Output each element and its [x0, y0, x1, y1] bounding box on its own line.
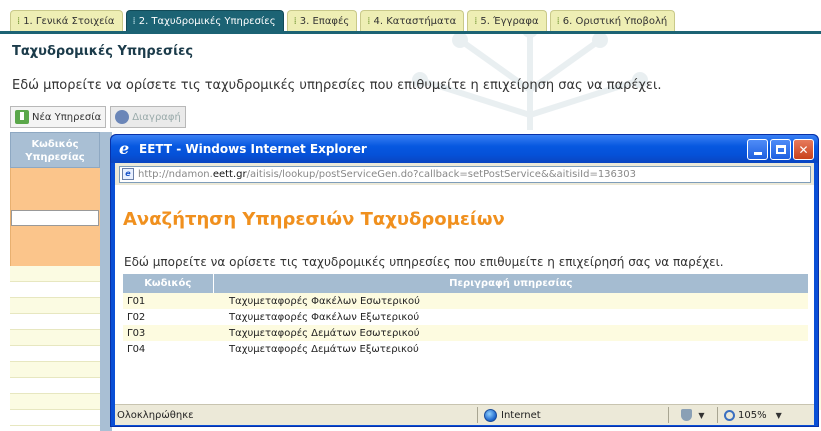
wizard-tabs: ⁞ 1. Γενικά Στοιχεία ⁞ 2. Ταχυδρομικές Υπη… — [10, 10, 676, 32]
zoom-icon — [724, 409, 735, 421]
page-icon: e — [122, 168, 134, 180]
new-service-button[interactable]: Νέα Υπηρεσία — [10, 106, 107, 128]
table-row[interactable]: Γ04 Ταχυμεταφορές Δεμάτων Εξωτερικού — [123, 341, 808, 357]
ie-logo-icon: e — [119, 139, 130, 158]
popup-description: Εδώ μπορείτε να ορίσετε τις ταχυδρομικές… — [124, 255, 724, 269]
grid-row — [10, 282, 100, 298]
window-title: EETT - Windows Internet Explorer — [139, 142, 367, 156]
tab-label: 1. Γενικά Στοιχεία — [23, 16, 115, 27]
cell-description[interactable]: Ταχυμεταφορές Φακέλων Εσωτερικού — [213, 293, 808, 309]
minimize-icon — [753, 152, 762, 155]
tab-postal-services[interactable]: ⁞ 2. Ταχυδρομικές Υπηρεσίες — [125, 10, 284, 32]
new-service-label: Νέα Υπηρεσία — [32, 111, 102, 123]
address-prefix: http://ndamon. — [138, 168, 213, 180]
grid-row — [10, 314, 100, 330]
address-bar: e http://ndamon. eett.gr/aitisis/lookup/p… — [115, 163, 814, 185]
address-field[interactable]: e http://ndamon. eett.gr/aitisis/lookup/p… — [119, 165, 811, 183]
tab-grip-icon: ⁞ — [293, 16, 297, 27]
tab-label: 2. Ταχυδρομικές Υπηρεσίες — [138, 16, 276, 27]
popup-content: Αναζήτηση Υπηρεσιών Ταχυδρομείων Εδώ μπο… — [115, 185, 814, 404]
tab-contacts[interactable]: ⁞ 3. Επαφές — [286, 10, 358, 32]
grid-row — [10, 410, 100, 426]
maximize-button[interactable] — [770, 139, 791, 160]
chevron-down-icon: ▼ — [698, 410, 705, 420]
delete-button[interactable]: Διαγραφή — [110, 106, 186, 128]
grid-rows — [10, 266, 110, 426]
close-icon: ✕ — [798, 142, 809, 157]
popup-heading: Αναζήτηση Υπηρεσιών Ταχυδρομείων — [123, 209, 505, 230]
tab-grip-icon: ⁞ — [17, 16, 20, 27]
tab-label: 5. Έγγραφα — [480, 16, 539, 27]
cell-code[interactable]: Γ02 — [123, 309, 213, 325]
cell-code[interactable]: Γ01 — [123, 293, 213, 309]
tab-grip-icon: ⁞ — [556, 16, 560, 27]
window-titlebar[interactable]: e EETT - Windows Internet Explorer ✕ — [111, 135, 818, 163]
delete-label: Διαγραφή — [132, 111, 181, 123]
table-row[interactable]: Γ02 Ταχυμεταφορές Φακέλων Εξωτερικού — [123, 309, 808, 325]
grid-row — [10, 266, 100, 282]
tab-documents[interactable]: ⁞ 5. Έγγραφα — [467, 10, 547, 32]
tab-grip-icon: ⁞ — [367, 16, 370, 27]
page-toolbar: Νέα Υπηρεσία Διαγραφή — [10, 106, 186, 128]
grid-row — [10, 362, 100, 378]
column-header-description[interactable]: Περιγραφή υπηρεσίας — [213, 274, 808, 293]
status-text: Ολοκληρώθηκε — [117, 409, 194, 421]
close-button[interactable]: ✕ — [793, 139, 814, 160]
grid-header-service-code: Κωδικός Υπηρεσίας — [10, 132, 100, 168]
tab-grip-icon: ⁞ — [474, 16, 477, 27]
globe-icon — [484, 408, 497, 422]
cell-code[interactable]: Γ03 — [123, 325, 213, 341]
tab-stores[interactable]: ⁞ 4. Καταστήματα — [360, 10, 465, 32]
cell-code[interactable]: Γ04 — [123, 341, 213, 357]
chevron-down-icon: ▼ — [775, 410, 782, 420]
column-header-code[interactable]: Κωδικός — [123, 274, 214, 293]
table-row[interactable]: Γ03 Ταχυμεταφορές Δεμάτων Εσωτερικού — [123, 325, 808, 341]
zoom-control[interactable]: 105% ▼ — [718, 409, 782, 421]
grid-row — [10, 330, 100, 346]
shield-icon — [681, 409, 693, 421]
service-code-input[interactable] — [11, 210, 99, 226]
grid-row — [10, 378, 100, 394]
background-watermark — [412, 22, 648, 130]
grid-row — [10, 298, 100, 314]
page-title: Ταχυδρομικές Υπηρεσίες — [12, 44, 194, 59]
services-grid: Κωδικός Υπηρεσίας — [10, 132, 110, 431]
address-path: /aitisis/lookup/postServiceGen.do?callba… — [246, 168, 636, 180]
services-lookup-table: Κωδικός Περιγραφή υπηρεσίας Γ01 Ταχυμετα… — [123, 274, 808, 357]
tab-label: 4. Καταστήματα — [373, 16, 457, 27]
tabs-underline — [0, 31, 821, 34]
security-zone[interactable]: Internet — [478, 408, 668, 422]
add-icon — [15, 110, 29, 124]
grid-row — [10, 346, 100, 362]
grid-edit-row — [10, 168, 100, 266]
zone-label: Internet — [501, 409, 541, 421]
tab-final-submission[interactable]: ⁞ 6. Οριστική Υποβολή — [549, 10, 676, 32]
minimize-button[interactable] — [747, 139, 768, 160]
grid-row — [10, 394, 100, 410]
protected-mode-button[interactable]: ▼ — [669, 409, 717, 421]
cell-description[interactable]: Ταχυμεταφορές Δεμάτων Εσωτερικού — [213, 325, 808, 341]
cell-description[interactable]: Ταχυμεταφορές Φακέλων Εξωτερικού — [213, 309, 808, 325]
tab-general-info[interactable]: ⁞ 1. Γενικά Στοιχεία — [10, 10, 123, 32]
ie-popup-window: e EETT - Windows Internet Explorer ✕ e h… — [110, 134, 819, 427]
delete-icon — [115, 110, 130, 124]
window-controls: ✕ — [747, 139, 814, 160]
tab-label: 6. Οριστική Υποβολή — [562, 16, 668, 27]
cell-description[interactable]: Ταχυμεταφορές Δεμάτων Εξωτερικού — [213, 341, 808, 357]
zoom-level: 105% — [738, 409, 767, 421]
page-description: Εδώ μπορείτε να ορίσετε τις ταχυδρομικές… — [12, 78, 662, 93]
table-row[interactable]: Γ01 Ταχυμεταφορές Φακέλων Εσωτερικού — [123, 293, 808, 309]
tab-label: 3. Επαφές — [299, 16, 350, 27]
status-bar: Ολοκληρώθηκε Internet ▼ 105% ▼ — [115, 404, 814, 425]
address-domain: eett.gr — [212, 168, 247, 180]
maximize-icon — [775, 145, 786, 154]
tab-grip-icon: ⁞ — [132, 16, 136, 27]
